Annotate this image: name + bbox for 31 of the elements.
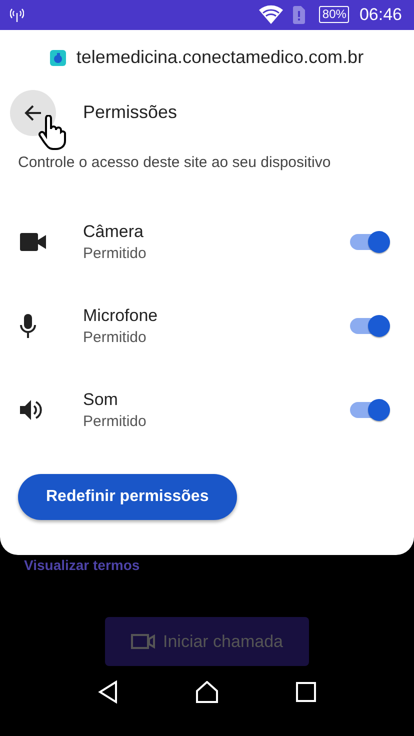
speaker-icon — [20, 398, 44, 421]
permission-status: Permitido — [83, 328, 148, 346]
hand-cursor-icon — [38, 114, 66, 151]
permission-name: Microfone — [83, 306, 159, 326]
clock-time: 06:46 — [359, 4, 402, 25]
back-nav-icon[interactable] — [98, 680, 118, 704]
site-favicon-icon — [50, 50, 66, 66]
sheet-description: Controle o acesso deste site ao seu dispositivo — [17, 152, 332, 173]
wifi-icon — [259, 4, 284, 25]
toggle-switch[interactable] — [348, 230, 390, 254]
sim-alert-icon — [293, 6, 306, 24]
video-camera-icon — [130, 634, 155, 650]
site-url: telemedicina.conectamedico.com.br — [76, 47, 364, 68]
microphone-icon — [20, 314, 36, 338]
permission-name: Som — [83, 390, 119, 410]
camera-icon — [20, 232, 46, 251]
permission-status: Permitido — [83, 244, 148, 262]
permission-name: Câmera — [83, 222, 144, 242]
toggle-switch[interactable] — [348, 398, 390, 422]
back-arrow-icon — [23, 102, 43, 123]
permission-status: Permitido — [83, 412, 148, 430]
sheet-title: Permissões — [83, 102, 178, 124]
reset-permissions-button[interactable]: Redefinir permissões — [18, 474, 237, 520]
antenna-icon — [10, 8, 24, 22]
toggle-switch[interactable] — [348, 314, 390, 338]
view-terms-link[interactable]: Visualizar termos — [24, 557, 140, 574]
recents-nav-icon[interactable] — [296, 682, 316, 702]
home-nav-icon[interactable] — [194, 681, 219, 704]
start-call-button[interactable]: Iniciar chamada — [105, 617, 309, 666]
back-button[interactable] — [10, 90, 56, 136]
battery-indicator: 80% — [319, 6, 350, 24]
